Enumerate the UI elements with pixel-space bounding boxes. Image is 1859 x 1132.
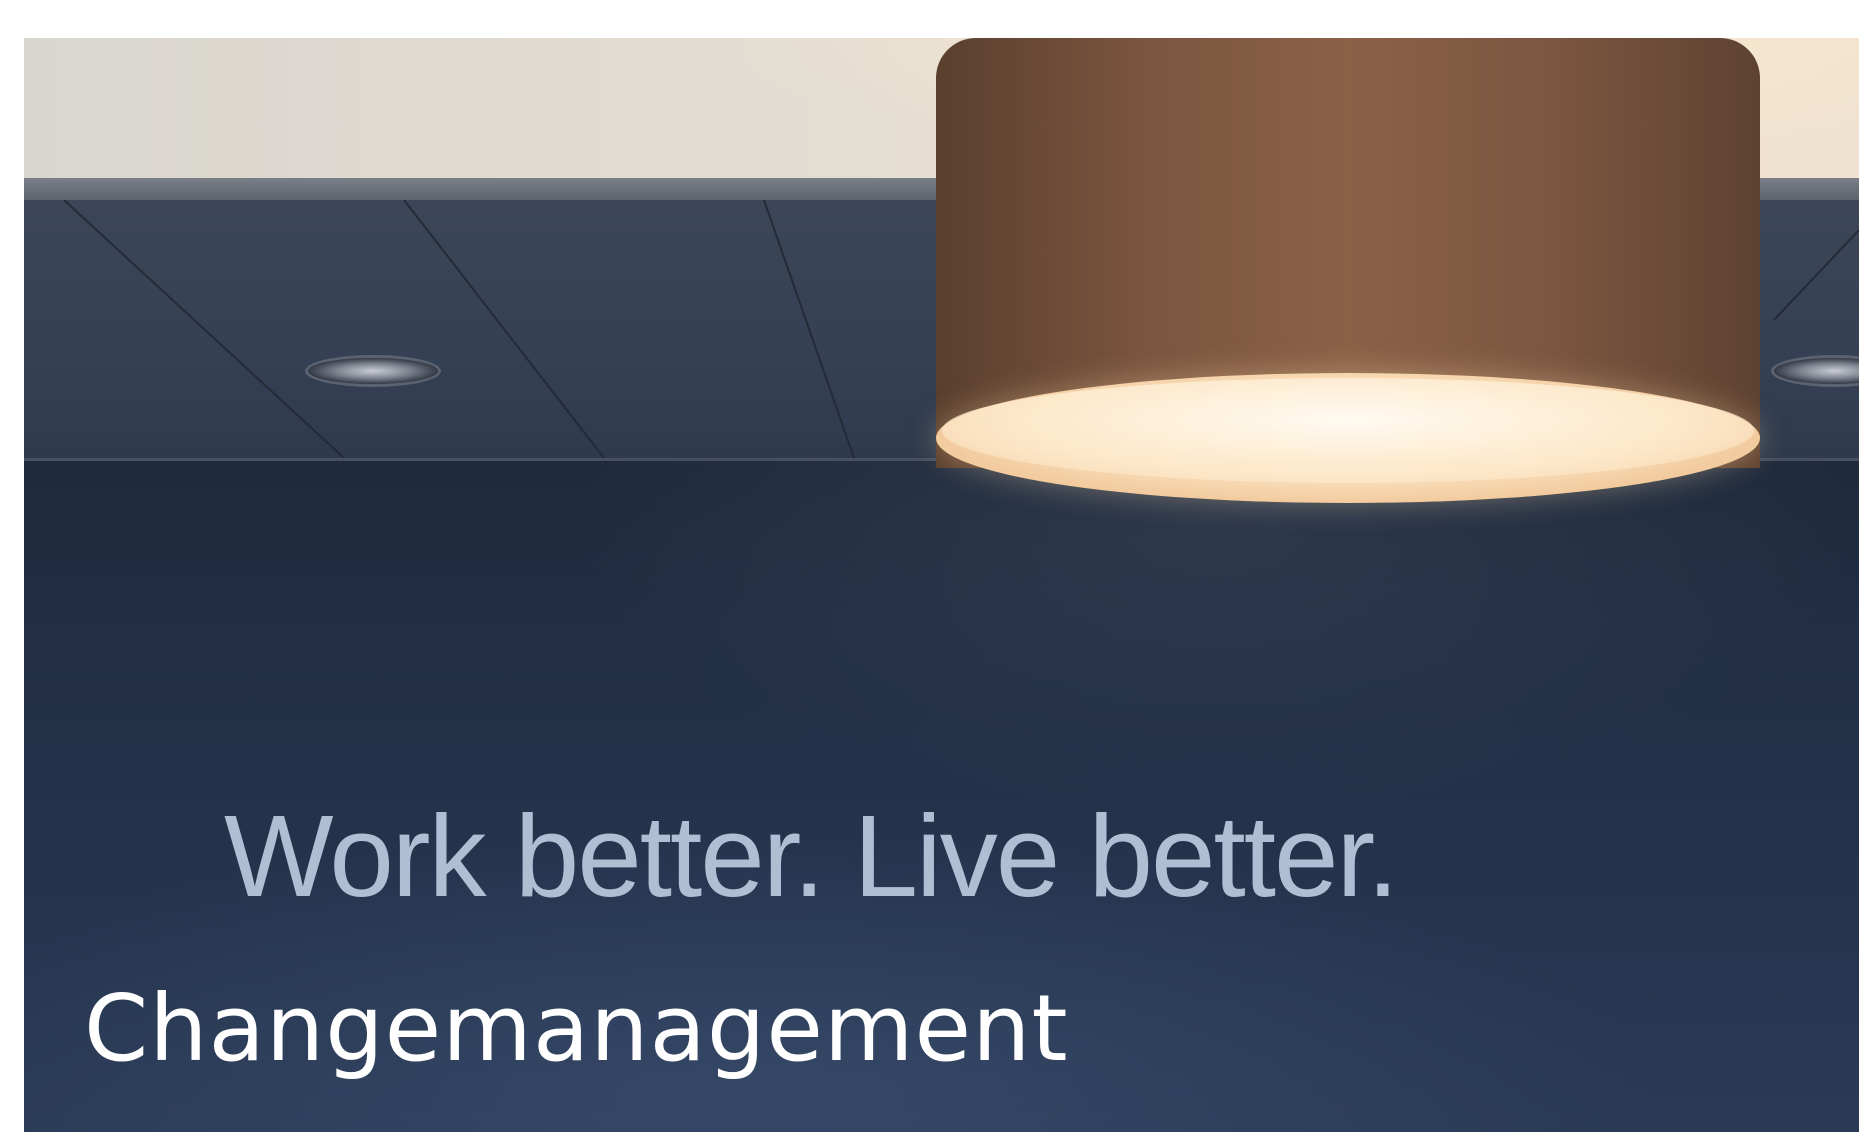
hero-banner-image: Work better. Live better. Changemanageme… <box>24 38 1859 1132</box>
recessed-spotlight <box>308 358 438 384</box>
page-title: Changemanagement <box>84 975 1069 1082</box>
pendant-lamp <box>936 38 1760 508</box>
page: Work better. Live better. Changemanageme… <box>0 0 1859 1132</box>
lamp-glow <box>942 378 1754 483</box>
hero-tagline: Work better. Live better. <box>224 791 1399 921</box>
